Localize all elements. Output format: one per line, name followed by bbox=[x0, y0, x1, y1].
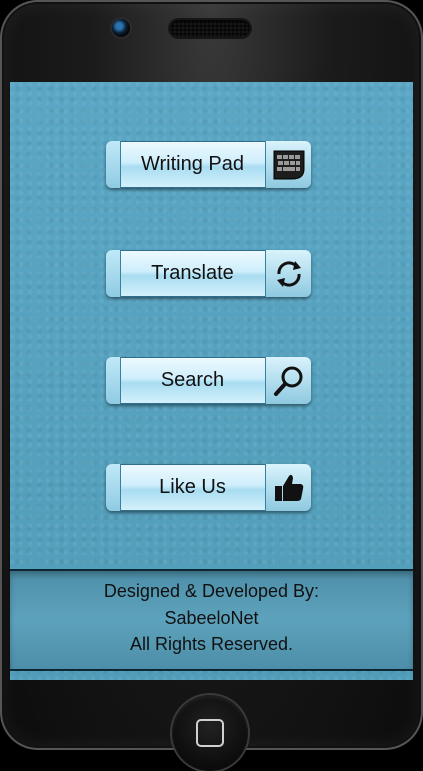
phone-frame: Writing Pad Translate Search Like Us Des… bbox=[0, 0, 423, 771]
home-button[interactable] bbox=[172, 695, 248, 771]
writing-pad-button[interactable]: Writing Pad bbox=[106, 141, 311, 188]
credits-footer: Designed & Developed By: SabeeloNet All … bbox=[10, 569, 413, 671]
app-screen: Writing Pad Translate Search Like Us Des… bbox=[10, 82, 413, 680]
home-square-icon bbox=[196, 719, 224, 747]
writing-pad-label: Writing Pad bbox=[140, 153, 244, 175]
thumbs-up-icon bbox=[265, 464, 311, 511]
button-left-cap bbox=[106, 464, 121, 511]
button-left-cap bbox=[106, 250, 121, 297]
button-left-cap bbox=[106, 357, 121, 404]
credits-line-1: Designed & Developed By: bbox=[103, 581, 320, 601]
credits-company: SabeeloNet bbox=[164, 608, 259, 628]
search-button[interactable]: Search bbox=[106, 357, 311, 404]
search-label: Search bbox=[160, 369, 225, 391]
translate-button[interactable]: Translate bbox=[106, 250, 311, 297]
front-camera bbox=[112, 19, 130, 37]
translate-label: Translate bbox=[151, 262, 234, 284]
button-left-cap bbox=[106, 141, 121, 188]
refresh-icon bbox=[265, 250, 311, 297]
like-us-button[interactable]: Like Us bbox=[106, 464, 311, 511]
magnifier-icon bbox=[265, 357, 311, 404]
earpiece-speaker bbox=[170, 20, 250, 37]
credits-rights: All Rights Reserved. bbox=[129, 634, 294, 654]
keyboard-icon bbox=[265, 141, 311, 188]
like-us-label: Like Us bbox=[159, 476, 226, 498]
